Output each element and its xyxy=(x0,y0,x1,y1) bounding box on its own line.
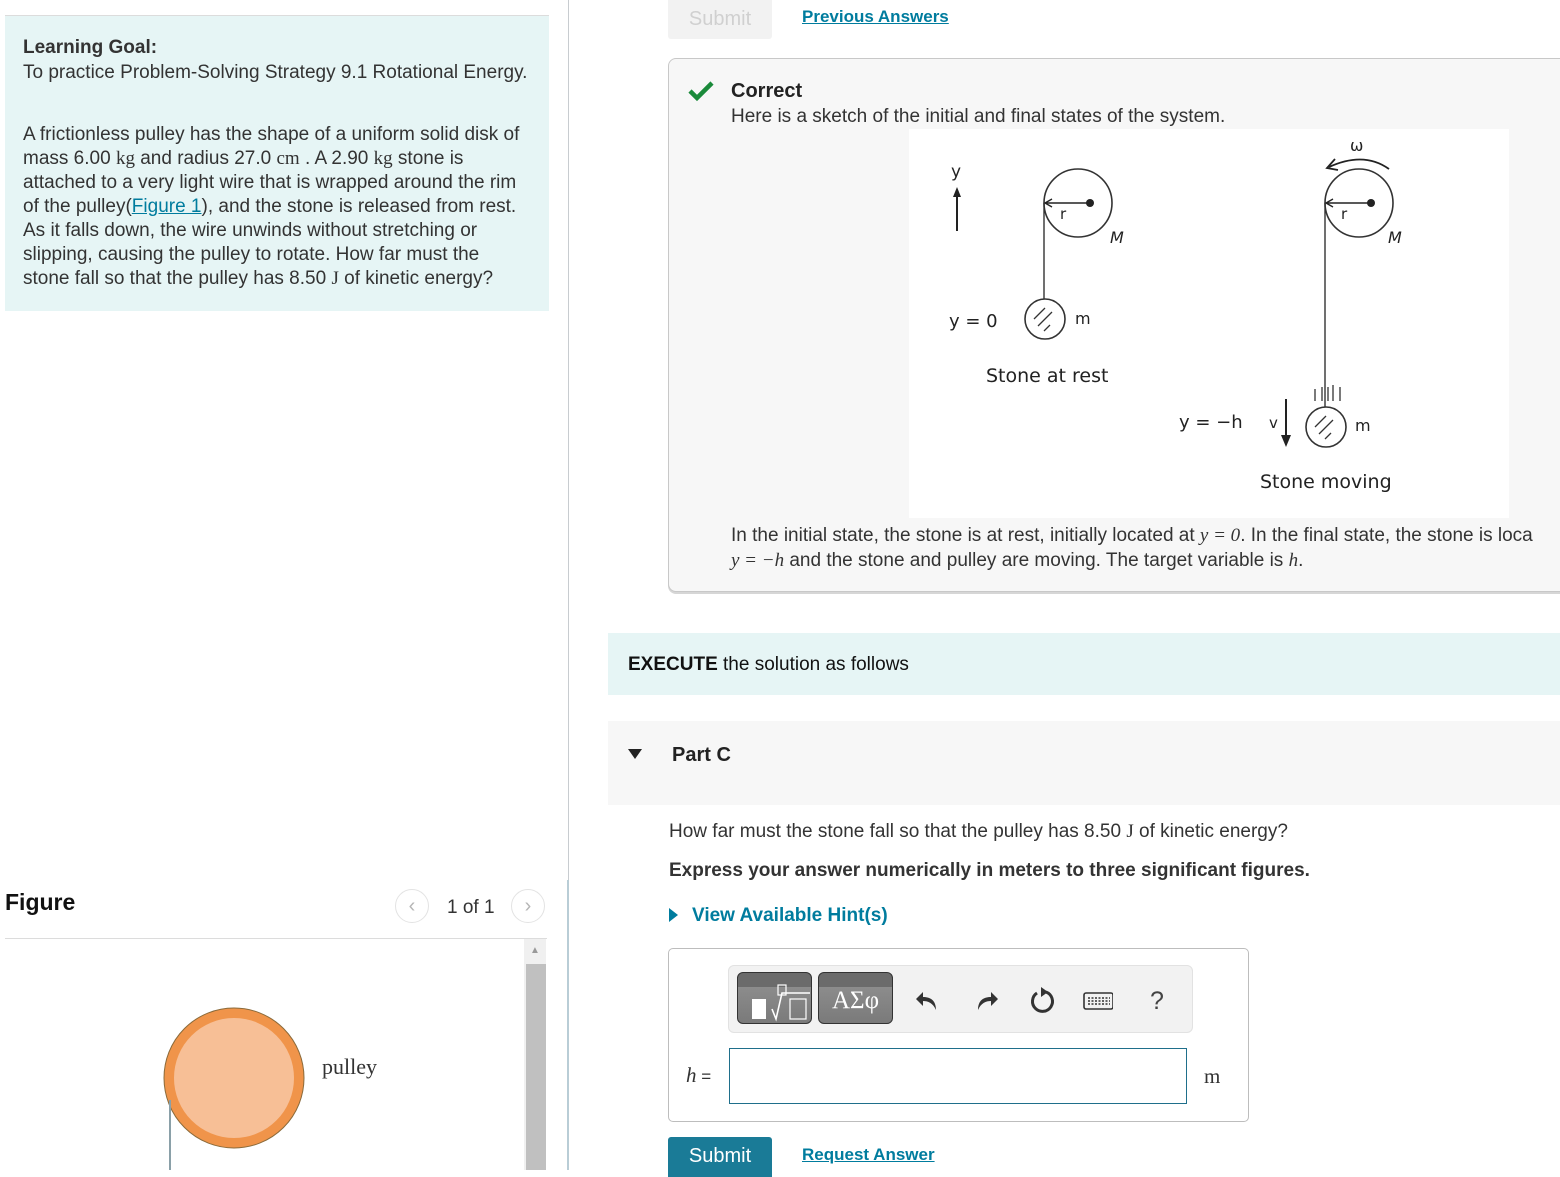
question-segment: of kinetic energy? xyxy=(1133,821,1288,842)
pane-divider xyxy=(568,0,569,880)
view-hints-link[interactable]: View Available Hint(s) xyxy=(692,905,888,927)
feedback-description: In the initial state, the stone is at re… xyxy=(731,523,1560,573)
keyboard-icon[interactable] xyxy=(1083,984,1113,1018)
request-answer-link[interactable]: Request Answer xyxy=(802,1145,935,1165)
greek-symbols-button[interactable]: ΑΣφ xyxy=(818,972,893,1024)
initial-caption: Stone at rest xyxy=(986,365,1108,387)
omega-label: ω xyxy=(1350,136,1363,155)
learning-goal-title: Learning Goal: xyxy=(23,37,158,58)
equals-sign: = xyxy=(696,1067,712,1086)
scrollbar-thumb[interactable] xyxy=(526,964,546,1170)
figure-1-link[interactable]: Figure 1 xyxy=(132,196,202,217)
desc-text: . xyxy=(1298,550,1304,571)
stone-hatch xyxy=(1314,415,1334,440)
radius-label: r xyxy=(1060,205,1067,223)
templates-icon xyxy=(752,984,810,1022)
undo-icon[interactable] xyxy=(913,984,943,1018)
radius-label: r xyxy=(1341,205,1348,223)
figure-image xyxy=(163,1007,305,1170)
templates-button[interactable] xyxy=(737,972,812,1024)
answer-instruction: Express your answer numerically in meter… xyxy=(669,860,1310,881)
problem-text-segment: . A 2.90 xyxy=(299,148,374,169)
y-axis-arrowhead xyxy=(953,187,961,197)
pulley-mass-label: M xyxy=(1110,228,1124,247)
math-y-equals-minus-h: y = −h xyxy=(731,550,785,571)
reset-icon[interactable] xyxy=(1027,984,1057,1018)
unit-joule: J xyxy=(331,268,339,289)
stone-mass-label: m xyxy=(1355,416,1371,435)
figure-divider xyxy=(5,938,547,939)
caret-down-icon[interactable] xyxy=(628,749,642,759)
execute-bold: EXECUTE xyxy=(628,654,718,675)
pulley-mass-label: M xyxy=(1388,228,1402,247)
desc-text: . In the final state, the stone is loca xyxy=(1240,525,1533,546)
caret-right-icon[interactable] xyxy=(669,908,678,922)
learning-goal-text: To practice Problem-Solving Strategy 9.1… xyxy=(23,62,528,83)
pane-resize-handle[interactable] xyxy=(567,880,569,1170)
figure-counter: 1 of 1 xyxy=(447,897,495,918)
velocity-label: v xyxy=(1269,414,1278,432)
chevron-right-icon: › xyxy=(524,894,532,917)
pulley-label: pulley xyxy=(322,1054,377,1079)
execute-rest: the solution as follows xyxy=(717,654,909,675)
submit-button-disabled: Submit xyxy=(668,0,772,39)
pulley-face xyxy=(174,1018,294,1138)
redo-icon[interactable] xyxy=(971,984,1001,1018)
answer-input[interactable] xyxy=(729,1048,1187,1104)
velocity-arrowhead xyxy=(1281,435,1291,447)
problem-statement: A frictionless pulley has the shape of a… xyxy=(23,123,528,291)
help-button[interactable]: ? xyxy=(1142,984,1172,1018)
question-segment: How far must the stone fall so that the … xyxy=(669,821,1127,842)
answer-unit: m xyxy=(1204,1064,1221,1088)
unit-cm: cm xyxy=(276,148,300,169)
checkmark-icon xyxy=(688,81,714,102)
math-y-equals-0: y = 0 xyxy=(1199,525,1241,546)
unit-kg: kg xyxy=(373,148,393,169)
unit-joule: J xyxy=(1126,821,1134,842)
final-caption: Stone moving xyxy=(1260,471,1392,493)
desc-text: and the stone and pulley are moving. The… xyxy=(784,550,1289,571)
submit-button[interactable]: Submit xyxy=(668,1137,772,1177)
initial-y-label: y = 0 xyxy=(949,311,998,332)
variable-h: h xyxy=(686,1063,697,1087)
math-h: h xyxy=(1288,550,1299,571)
previous-answers-link[interactable]: Previous Answers xyxy=(802,7,949,27)
question-text: How far must the stone fall so that the … xyxy=(669,821,1288,843)
feedback-intro: Here is a sketch of the initial and fina… xyxy=(731,106,1226,127)
y-axis-label: y xyxy=(951,162,961,182)
final-y-label: y = −h xyxy=(1179,412,1243,433)
execute-heading: EXECUTE the solution as follows xyxy=(628,654,909,676)
desc-text: In the initial state, the stone is at re… xyxy=(731,525,1200,546)
chevron-left-icon: ‹ xyxy=(408,894,416,917)
system-sketch: y r M m y = 0 Stone at rest ω r M m y = … xyxy=(909,129,1509,518)
figure-prev-button[interactable]: ‹ xyxy=(395,889,429,923)
motion-lines xyxy=(1314,385,1341,401)
problem-text-segment: and radius 27.0 xyxy=(134,148,277,169)
figure-next-button[interactable]: › xyxy=(511,889,545,923)
problem-text-segment: of kinetic energy? xyxy=(338,268,494,289)
feedback-status: Correct xyxy=(731,80,803,102)
scroll-up-arrow-icon[interactable]: ▲ xyxy=(524,941,546,961)
part-c-header[interactable] xyxy=(608,721,1560,805)
stone-hatch xyxy=(1033,307,1053,332)
figure-title: Figure xyxy=(5,889,76,915)
answer-variable-label: h = xyxy=(686,1063,711,1088)
stone-mass-label: m xyxy=(1075,309,1091,328)
unit-kg: kg xyxy=(115,148,135,169)
part-c-label[interactable]: Part C xyxy=(672,744,731,767)
omega-arrow xyxy=(1328,158,1390,170)
